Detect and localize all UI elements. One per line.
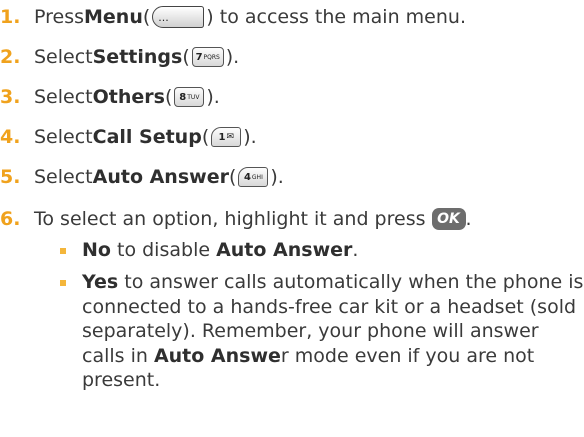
menu-key-icon: ... (152, 6, 205, 28)
key-digit: 4 (243, 171, 251, 183)
key-digit: 8 (179, 91, 187, 103)
key-letters: ✉ (226, 132, 234, 142)
step-number: 6. (0, 208, 21, 230)
step-text: Press ​Menu ( ... ) to access the main m… (34, 6, 466, 28)
ok-key-icon: OK (431, 208, 466, 230)
auto-answer-bold: Auto Answe (153, 344, 281, 367)
step-pre: Select (34, 126, 93, 148)
key-8-icon: 8 TUV (174, 87, 205, 107)
option-yes: Yes (82, 271, 119, 293)
key-digit: 7 (195, 51, 203, 63)
settings-label: Settings (92, 46, 183, 68)
step-6: 6. To select an option, highlight it and… (0, 204, 472, 234)
bullet-square (60, 280, 66, 286)
paren-open: ( (201, 126, 210, 148)
others-label: Others (92, 86, 165, 108)
step-pre: Select (34, 166, 93, 188)
option-no: No (82, 239, 111, 261)
step-pre: Select (34, 46, 93, 68)
step-pre: Select (34, 86, 93, 108)
auto-answer-bold: Auto Answer (216, 239, 353, 261)
bullet-text: No to disable Auto Answer. (82, 238, 358, 263)
key-7-icon: 7 PQRS (191, 47, 224, 67)
paren-open: ( (228, 166, 237, 188)
key-1-icon: 1 ✉ (211, 127, 242, 147)
paren-open: ( (164, 86, 173, 108)
step-number: 2. (0, 46, 21, 68)
step-text: Select ​Call Setup ( 1✉ ). (34, 126, 257, 148)
key-4-icon: 4 GHI (238, 167, 269, 187)
step-text: Select ​Others ( 8TUV ). (34, 86, 220, 108)
step-post: ). (270, 166, 284, 188)
step-pre: To select an option, highlight it and pr… (34, 208, 426, 230)
bullet-line-1: to answer calls automatically when the p… (118, 271, 584, 293)
bullet-line-3: separately). Remember, your phone will a… (82, 320, 539, 342)
step-5: 5. Select ​Auto Answer ( 4GHI ). (0, 162, 284, 192)
bullet-line-5: present. (82, 369, 161, 391)
step-post: ). (225, 46, 240, 68)
step-text: Select ​Auto Answer ( 4GHI ). (34, 166, 284, 188)
step-2: 2. Select ​Settings ( 7PQRS ). (0, 42, 239, 72)
bullet-text-mid: to disable (110, 239, 217, 261)
bullet-line-4: calls in (82, 344, 154, 367)
bullet-line-4-tail: r mode even if you are not (280, 344, 535, 367)
paren-open: ( (182, 46, 190, 68)
bullet-text-tail: . (352, 239, 359, 261)
menu-label: Menu (84, 6, 143, 28)
step-post: ). (243, 126, 257, 148)
bullet-yes: Yes to answer calls automatically when t… (60, 270, 583, 393)
call-setup-label: Call Setup (92, 126, 202, 148)
step-number: 3. (0, 86, 21, 108)
step-number: 4. (0, 126, 21, 148)
bullet-no: No to disable Auto Answer. (60, 238, 358, 263)
step-4: 4. Select ​Call Setup ( 1✉ ). (0, 122, 257, 152)
step-post: . (465, 208, 472, 230)
step-text: To select an option, highlight it and pr… (34, 208, 472, 230)
key-letters: TUV (187, 93, 200, 101)
step-1: 1. Press ​Menu ( ... ) to access the mai… (0, 2, 466, 32)
auto-answer-label: Auto Answer (92, 166, 229, 188)
step-number: 1. (0, 6, 21, 28)
bullet-line-2: connected to a hands-free car kit or a h… (82, 295, 577, 318)
key-letters: GHI (251, 173, 263, 181)
bullet-text: Yes to answer calls automatically when t… (82, 270, 583, 393)
bullet-square (60, 248, 66, 254)
menu-key-dots: ... (158, 10, 169, 24)
step-post: ) to access the main menu. (206, 6, 466, 28)
paren-open: ( (142, 6, 151, 28)
key-letters: PQRS (203, 53, 220, 61)
step-text: Select ​Settings ( 7PQRS ). (34, 46, 239, 68)
key-digit: 1 (218, 131, 226, 143)
step-number: 5. (0, 166, 21, 188)
step-post: ). (206, 86, 220, 108)
step-pre: Press (34, 6, 85, 28)
step-3: 3. Select ​Others ( 8TUV ). (0, 82, 220, 112)
